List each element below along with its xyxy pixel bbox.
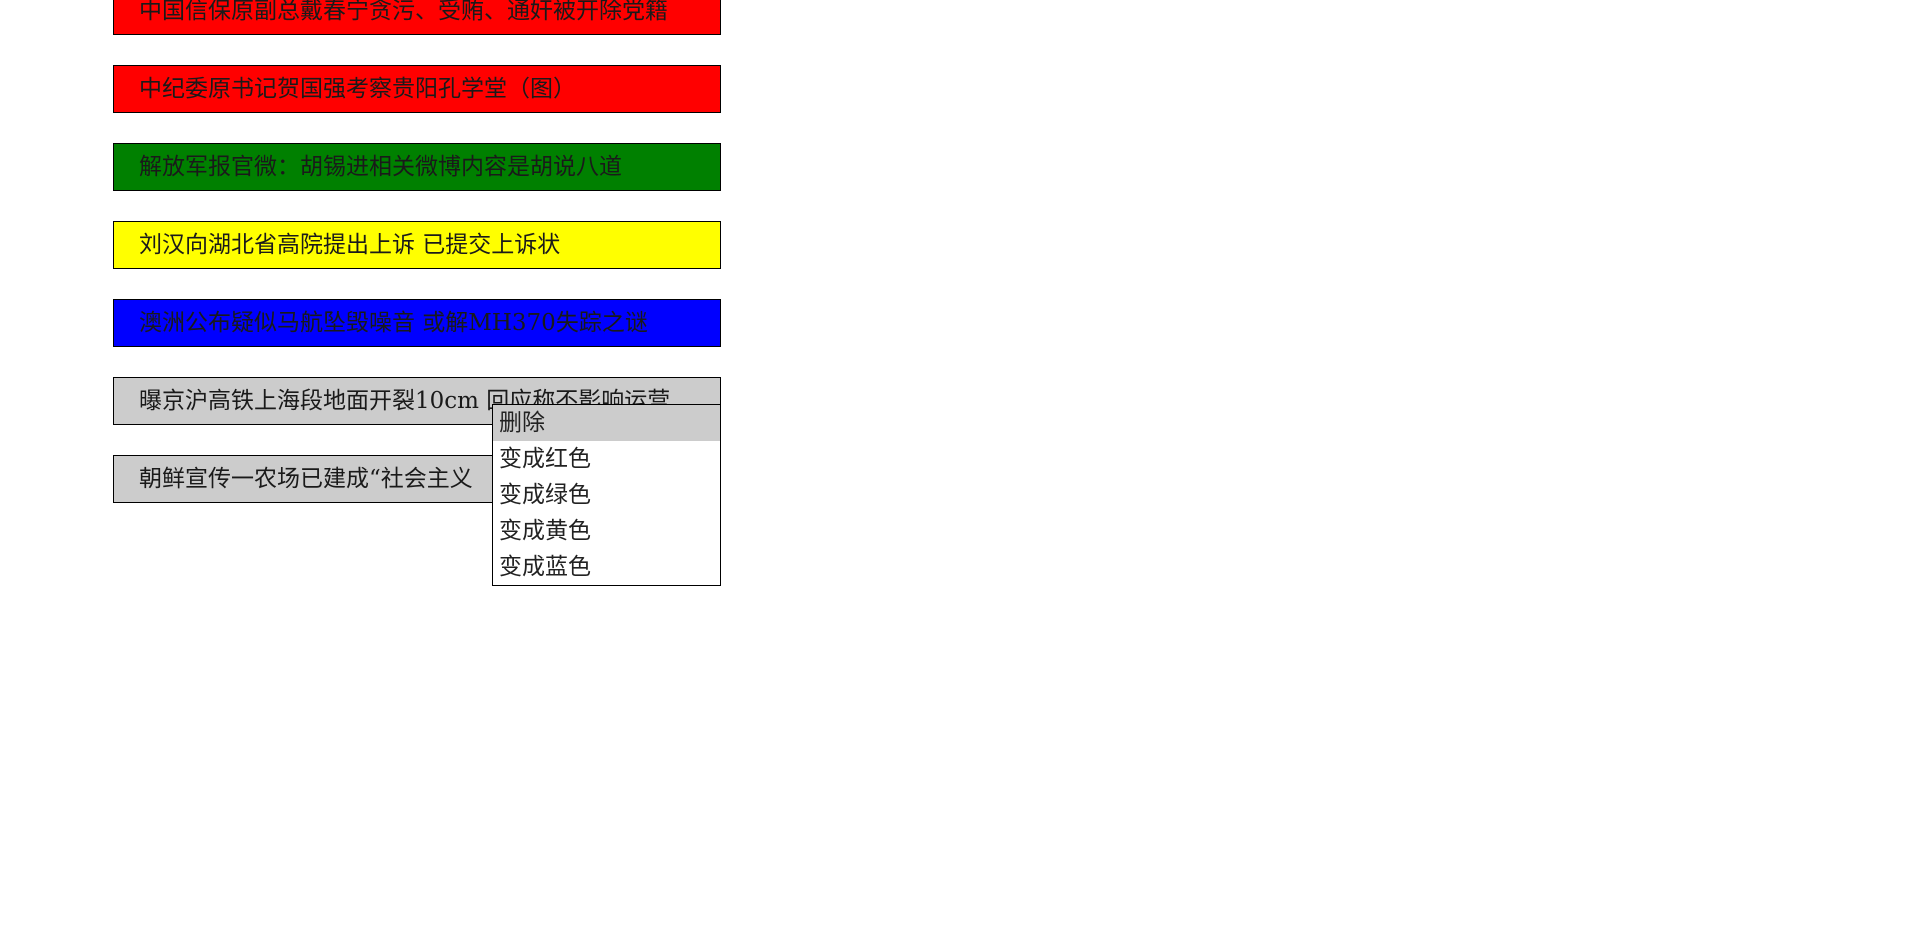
menu-item-make-green[interactable]: 变成绿色 xyxy=(493,477,720,513)
news-item[interactable]: 中国信保原副总戴春宁贪污、受贿、通奸被开除党籍 xyxy=(113,0,721,35)
news-item[interactable]: 澳洲公布疑似马航坠毁噪音 或解MH370失踪之谜 xyxy=(113,299,721,347)
menu-item-delete[interactable]: 删除 xyxy=(493,405,720,441)
news-item[interactable]: 解放军报官微：胡锡进相关微博内容是胡说八道 xyxy=(113,143,721,191)
news-item[interactable]: 中纪委原书记贺国强考察贵阳孔学堂（图） xyxy=(113,65,721,113)
context-menu: 删除 变成红色 变成绿色 变成黄色 变成蓝色 xyxy=(492,404,721,586)
menu-item-make-yellow[interactable]: 变成黄色 xyxy=(493,513,720,549)
news-item[interactable]: 刘汉向湖北省高院提出上诉 已提交上诉状 xyxy=(113,221,721,269)
menu-item-make-red[interactable]: 变成红色 xyxy=(493,441,720,477)
menu-item-make-blue[interactable]: 变成蓝色 xyxy=(493,549,720,585)
